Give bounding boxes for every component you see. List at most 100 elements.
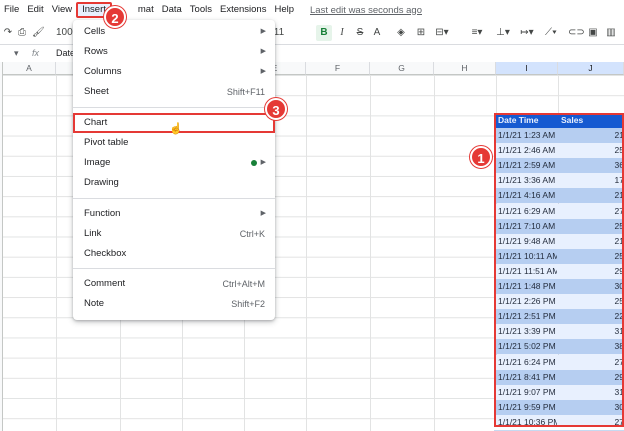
cell-sales[interactable]: 22 [557,309,624,324]
redo-icon[interactable]: ↷ [2,22,14,44]
cell-datetime[interactable]: 1/1/21 1:23 AM [494,128,557,143]
cell-sales[interactable]: 25 [557,219,624,234]
borders-icon[interactable]: ⊞ [414,22,428,44]
cell-datetime[interactable]: 1/1/21 6:29 AM [494,204,557,219]
zoom-select[interactable]: 100 [56,22,73,44]
table-row[interactable]: 1/1/21 4:16 AM 21 [494,188,624,204]
table-row[interactable]: 1/1/21 6:29 AM 27 [494,203,624,219]
link-icon[interactable]: ⊂⊃ [568,22,585,44]
merge-cells-icon[interactable]: ⊟▾ [432,22,452,44]
last-edit-link[interactable]: Last edit was seconds ago [310,5,422,16]
column-header-a[interactable]: A [3,62,56,75]
cell-sales[interactable]: 29 [557,370,624,385]
cell-sales[interactable]: 27 [557,415,624,430]
table-row[interactable]: 1/1/21 8:41 PM 29 [494,369,624,385]
menu-item-pivot-table[interactable]: Pivot table [73,133,275,153]
table-row[interactable]: 1/1/21 9:48 AM 21 [494,233,624,249]
cell-sales[interactable]: 30 [557,279,624,294]
menu-item-rows[interactable]: Rows ▶ [73,42,275,62]
paint-format-icon[interactable]: 🖌 [32,22,45,44]
menu-file[interactable]: File [0,2,23,18]
cell-datetime[interactable]: 1/1/21 11:51 AM [494,264,557,279]
bold-button[interactable]: B [316,25,332,41]
column-header-g[interactable]: G [370,62,434,75]
cell-sales[interactable]: 29 [557,264,624,279]
table-row[interactable]: 1/1/21 5:02 PM 38 [494,339,624,355]
cell-sales[interactable]: 31 [557,324,624,339]
menu-item-function[interactable]: Function ▶ [73,204,275,224]
menu-item-image[interactable]: Image ▶ [73,153,275,173]
cell-sales[interactable]: 27 [557,204,624,219]
cell-datetime[interactable]: 1/1/21 4:16 AM [494,188,557,203]
table-row[interactable]: 1/1/21 2:46 AM 25 [494,143,624,159]
name-box-dropdown-icon[interactable]: ▾ [14,45,19,62]
cell-sales[interactable]: 17 [557,173,624,188]
cell-datetime[interactable]: 1/1/21 7:10 AM [494,219,557,234]
menu-extensions[interactable]: Extensions [216,2,270,18]
cell-datetime[interactable]: 1/1/21 10:11 AM [494,249,557,264]
cell-sales[interactable]: 38 [557,339,624,354]
table-header-sales[interactable]: Sales [557,113,624,128]
menu-edit[interactable]: Edit [23,2,47,18]
menu-item-note[interactable]: Note Shift+F2 [73,294,275,314]
align-icon[interactable]: ≡▾ [466,22,488,44]
menu-item-link[interactable]: Link Ctrl+K [73,224,275,244]
table-row[interactable]: 1/1/21 3:39 PM 31 [494,324,624,340]
menu-item-drawing[interactable]: Drawing [73,173,275,193]
cell-datetime[interactable]: 1/1/21 9:48 AM [494,234,557,249]
cell-sales[interactable]: 36 [557,158,624,173]
table-row[interactable]: 1/1/21 9:59 PM 30 [494,399,624,415]
cell-sales[interactable]: 21 [557,128,624,143]
cell-datetime[interactable]: 1/1/21 2:51 PM [494,309,557,324]
cell-sales[interactable]: 25 [557,249,624,264]
table-row[interactable]: 1/1/21 2:51 PM 22 [494,309,624,325]
table-row[interactable]: 1/1/21 1:48 PM 30 [494,279,624,295]
menu-tools[interactable]: Tools [186,2,216,18]
column-header-f[interactable]: F [306,62,370,75]
rotate-icon[interactable]: ⟋▾ [540,22,562,44]
column-header-h[interactable]: H [434,62,496,75]
cell-datetime[interactable]: 1/1/21 3:36 AM [494,173,557,188]
cell-datetime[interactable]: 1/1/21 9:07 PM [494,385,557,400]
table-row[interactable]: 1/1/21 10:11 AM 25 [494,248,624,264]
print-icon[interactable]: ⎙ [16,22,28,44]
table-row[interactable]: 1/1/21 6:24 PM 27 [494,354,624,370]
table-row[interactable]: 1/1/21 11:51 AM 29 [494,263,624,279]
table-row[interactable]: 1/1/21 7:10 AM 25 [494,218,624,234]
menu-help[interactable]: Help [270,2,298,18]
cell-datetime[interactable]: 1/1/21 8:41 PM [494,370,557,385]
cell-datetime[interactable]: 1/1/21 6:24 PM [494,355,557,370]
table-row[interactable]: 1/1/21 1:23 AM 21 [494,128,624,144]
menu-item-comment[interactable]: Comment Ctrl+Alt+M [73,274,275,294]
menu-format[interactable]: mat [134,2,158,18]
cell-sales[interactable]: 25 [557,294,624,309]
wrap-icon[interactable]: ↦▾ [516,22,538,44]
table-row[interactable]: 1/1/21 2:26 PM 25 [494,294,624,310]
valign-icon[interactable]: ⊥▾ [492,22,514,44]
comment-icon[interactable]: ▣ [586,22,600,44]
table-row[interactable]: 1/1/21 9:07 PM 31 [494,384,624,400]
fill-color-icon[interactable]: ◈ [394,22,408,44]
menu-item-sheet[interactable]: Sheet Shift+F11 [73,82,275,102]
cell-datetime[interactable]: 1/1/21 2:46 AM [494,143,557,158]
cell-sales[interactable]: 21 [557,234,624,249]
cell-datetime[interactable]: 1/1/21 1:48 PM [494,279,557,294]
cell-datetime[interactable]: 1/1/21 2:59 AM [494,158,557,173]
cell-datetime[interactable]: 1/1/21 5:02 PM [494,339,557,354]
cell-datetime[interactable]: 1/1/21 9:59 PM [494,400,557,415]
cell-datetime[interactable]: 1/1/21 3:39 PM [494,324,557,339]
cell-sales[interactable]: 27 [557,355,624,370]
chart-icon[interactable]: ▥ [604,22,618,44]
table-header-datetime[interactable]: Date Time [494,113,557,128]
cell-datetime[interactable]: 1/1/21 2:26 PM [494,294,557,309]
italic-button[interactable]: I [336,22,348,44]
table-row[interactable]: 1/1/21 2:59 AM 36 [494,158,624,174]
menu-item-checkbox[interactable]: Checkbox [73,244,275,264]
cell-datetime[interactable]: 1/1/21 10:36 PM [494,415,557,430]
cell-sales[interactable]: 30 [557,400,624,415]
column-header-i[interactable]: I [496,62,558,75]
table-row[interactable]: 1/1/21 10:36 PM 27 [494,414,624,430]
menu-data[interactable]: Data [158,2,186,18]
column-header-j[interactable]: J [558,62,624,75]
table-row[interactable]: 1/1/21 3:36 AM 17 [494,173,624,189]
